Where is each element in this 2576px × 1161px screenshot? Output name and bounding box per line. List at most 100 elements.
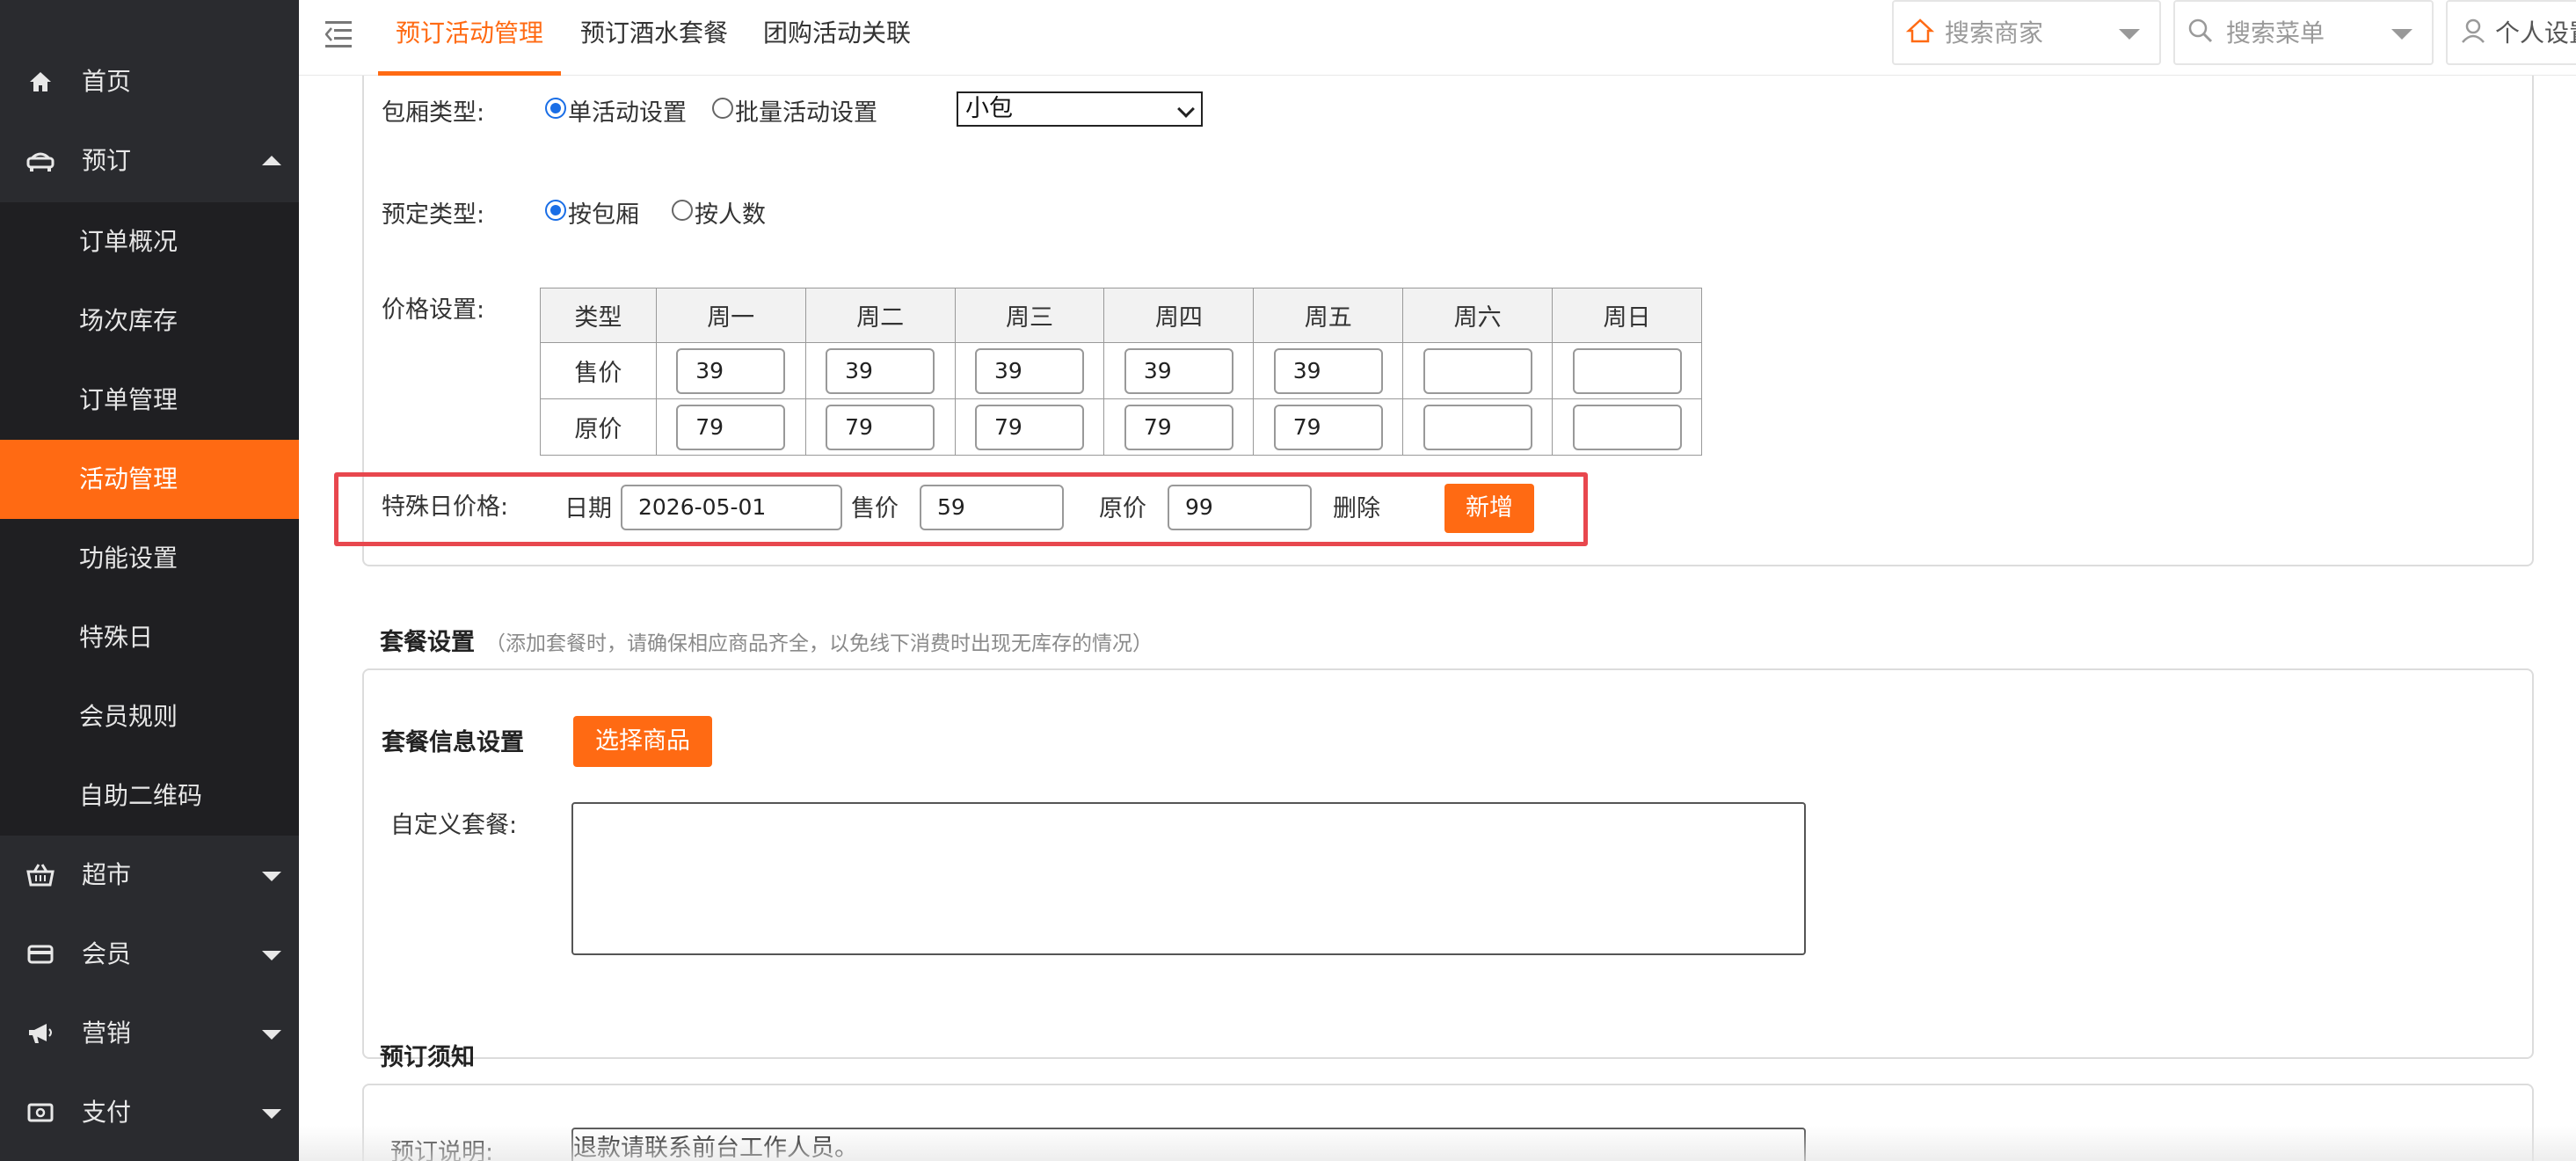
radio-by-room[interactable] xyxy=(545,200,566,221)
submenu-item-special-day[interactable]: 特殊日 xyxy=(0,598,299,677)
basket-icon xyxy=(26,862,55,888)
user-icon xyxy=(2460,18,2490,47)
sidebar-item-member[interactable]: 会员 xyxy=(0,915,299,994)
table-row-sale-price: 售价 39 39 39 39 39 xyxy=(540,342,1702,399)
radio-batch-label: 批量活动设置 xyxy=(735,99,877,127)
special-sale-input[interactable]: 59 xyxy=(920,485,1064,530)
header-fri: 周五 xyxy=(1253,288,1404,343)
orig-price-wed-input[interactable]: 79 xyxy=(974,404,1084,450)
special-day-price-label: 特殊日价格: xyxy=(382,493,509,521)
sidebar-item-label: 会员 xyxy=(82,939,132,968)
home-outline-icon xyxy=(1905,18,1936,47)
submenu-item-function-settings[interactable]: 功能设置 xyxy=(0,519,299,598)
sale-price-sun-input[interactable] xyxy=(1572,347,1682,394)
search-merchant-select[interactable]: 搜索商家 xyxy=(1892,0,2161,65)
package-info-title: 套餐信息设置 xyxy=(382,729,524,756)
orig-price-sat-input[interactable] xyxy=(1423,404,1532,450)
submenu-item-order-overview[interactable]: 订单概况 xyxy=(0,202,299,281)
orig-price-mon-input[interactable]: 79 xyxy=(676,404,786,450)
booking-icon xyxy=(26,148,55,174)
package-settings-note: （添加套餐时，请确保相应商品齐全，以免线下消费时出现无库存的情况） xyxy=(485,632,1153,655)
payment-icon xyxy=(26,1099,55,1126)
submenu-item-member-rules[interactable]: 会员规则 xyxy=(0,677,299,756)
dropdown-arrow-icon xyxy=(2391,29,2412,40)
submenu-item-activity-management[interactable]: 活动管理 xyxy=(0,440,299,519)
booking-notice-title: 预订须知 xyxy=(380,1044,475,1071)
tab-groupbuy-link[interactable]: 团购活动关联 xyxy=(746,0,928,76)
package-settings-title: 套餐设置 xyxy=(380,629,475,656)
submenu-item-session-stock[interactable]: 场次库存 xyxy=(0,281,299,361)
sale-price-sat-input[interactable] xyxy=(1423,347,1532,394)
radio-by-person-label: 按人数 xyxy=(695,201,766,229)
radio-single-activity[interactable] xyxy=(545,98,566,119)
booking-desc-textarea[interactable]: 退款请联系前台工作人员。 xyxy=(571,1128,1806,1161)
sidebar-item-label: 支付 xyxy=(82,1098,132,1127)
chevron-down-icon xyxy=(262,951,281,960)
search-menu-select[interactable]: 搜索菜单 xyxy=(2173,0,2434,65)
sidebar-item-label: 营销 xyxy=(82,1019,132,1048)
megaphone-icon xyxy=(26,1020,55,1047)
header-thu: 周四 xyxy=(1103,288,1255,343)
sale-price-mon-input[interactable]: 39 xyxy=(676,347,786,394)
special-delete-link[interactable]: 删除 xyxy=(1333,489,1380,523)
header-wed: 周三 xyxy=(954,288,1105,343)
orig-price-fri-input[interactable]: 79 xyxy=(1273,404,1383,450)
radio-by-room-label: 按包厢 xyxy=(568,201,639,229)
special-date-label: 日期 xyxy=(564,495,612,522)
custom-package-textarea[interactable] xyxy=(571,802,1806,955)
row-label-sale: 售价 xyxy=(540,342,657,399)
tab-booking-drinks[interactable]: 预订酒水套餐 xyxy=(563,0,746,76)
add-special-day-button[interactable]: 新增 xyxy=(1444,484,1534,533)
special-date-input[interactable]: 2026-05-01 xyxy=(621,485,842,530)
personal-settings-label: 个人设置 xyxy=(2495,18,2576,47)
chevron-down-icon xyxy=(1177,100,1195,118)
main-content: 包厢类型: 单活动设置 批量活动设置 小包 预定类型: 按包厢 按人数 价格设置… xyxy=(299,76,2576,1161)
radio-batch-activity[interactable] xyxy=(712,98,733,119)
sidebar-item-home[interactable]: 首页 xyxy=(0,42,299,121)
orig-price-sun-input[interactable] xyxy=(1572,404,1682,450)
table-row-orig-price: 原价 79 79 79 79 79 xyxy=(540,398,1702,456)
personal-settings-button[interactable]: 个人设置 xyxy=(2446,0,2576,65)
price-settings-label: 价格设置: xyxy=(382,296,485,324)
search-merchant-placeholder: 搜索商家 xyxy=(1945,18,2044,47)
chevron-down-icon xyxy=(262,1109,281,1119)
sidebar-item-marketing[interactable]: 营销 xyxy=(0,994,299,1073)
radio-by-person[interactable] xyxy=(672,200,693,221)
room-size-value: 小包 xyxy=(965,95,1013,122)
room-type-label: 包厢类型: xyxy=(382,99,485,127)
chevron-up-icon xyxy=(262,156,281,165)
price-table-header: 类型 周一 周二 周三 周四 周五 周六 周日 xyxy=(540,288,1702,343)
booking-type-label: 预定类型: xyxy=(382,201,485,229)
sidebar: 首页 预订 订单概况 场次库存 订单管理 活动管理 功能设置 特殊日 会员规则 … xyxy=(0,0,299,1161)
sale-price-thu-input[interactable]: 39 xyxy=(1124,347,1233,394)
orig-price-tue-input[interactable]: 79 xyxy=(826,404,935,450)
sidebar-item-booking[interactable]: 预订 xyxy=(0,121,299,201)
special-orig-input[interactable]: 99 xyxy=(1168,485,1312,530)
chevron-down-icon xyxy=(262,872,281,881)
radio-single-label: 单活动设置 xyxy=(568,99,687,127)
header-mon: 周一 xyxy=(655,288,806,343)
sale-price-tue-input[interactable]: 39 xyxy=(826,347,935,394)
room-size-select[interactable]: 小包 xyxy=(957,91,1203,127)
sidebar-item-label: 预订 xyxy=(82,146,132,175)
search-icon xyxy=(2187,18,2217,47)
submenu-item-order-management[interactable]: 订单管理 xyxy=(0,361,299,440)
sale-price-wed-input[interactable]: 39 xyxy=(974,347,1084,394)
select-products-button[interactable]: 选择商品 xyxy=(573,716,712,767)
tab-booking-activity[interactable]: 预订活动管理 xyxy=(378,0,562,76)
header-sun: 周日 xyxy=(1552,288,1702,343)
search-menu-placeholder: 搜索菜单 xyxy=(2226,18,2325,47)
booking-desc-label: 预订说明: xyxy=(390,1139,494,1161)
dropdown-arrow-icon xyxy=(2119,29,2140,40)
sidebar-item-label: 首页 xyxy=(82,67,132,96)
price-table: 类型 周一 周二 周三 周四 周五 周六 周日 售价 39 39 39 39 3… xyxy=(540,288,1702,456)
sale-price-fri-input[interactable]: 39 xyxy=(1273,347,1383,394)
submenu-item-self-qrcode[interactable]: 自助二维码 xyxy=(0,756,299,836)
orig-price-thu-input[interactable]: 79 xyxy=(1124,404,1233,450)
top-bar: 预订活动管理 预订酒水套餐 团购活动关联 搜索商家 搜索菜单 个人设置 xyxy=(299,0,2576,76)
sidebar-item-supermarket[interactable]: 超市 xyxy=(0,836,299,915)
sidebar-item-label: 超市 xyxy=(82,860,132,889)
brand-logo xyxy=(0,0,299,5)
menu-collapse-icon[interactable] xyxy=(325,19,355,49)
sidebar-item-payment[interactable]: 支付 xyxy=(0,1073,299,1152)
